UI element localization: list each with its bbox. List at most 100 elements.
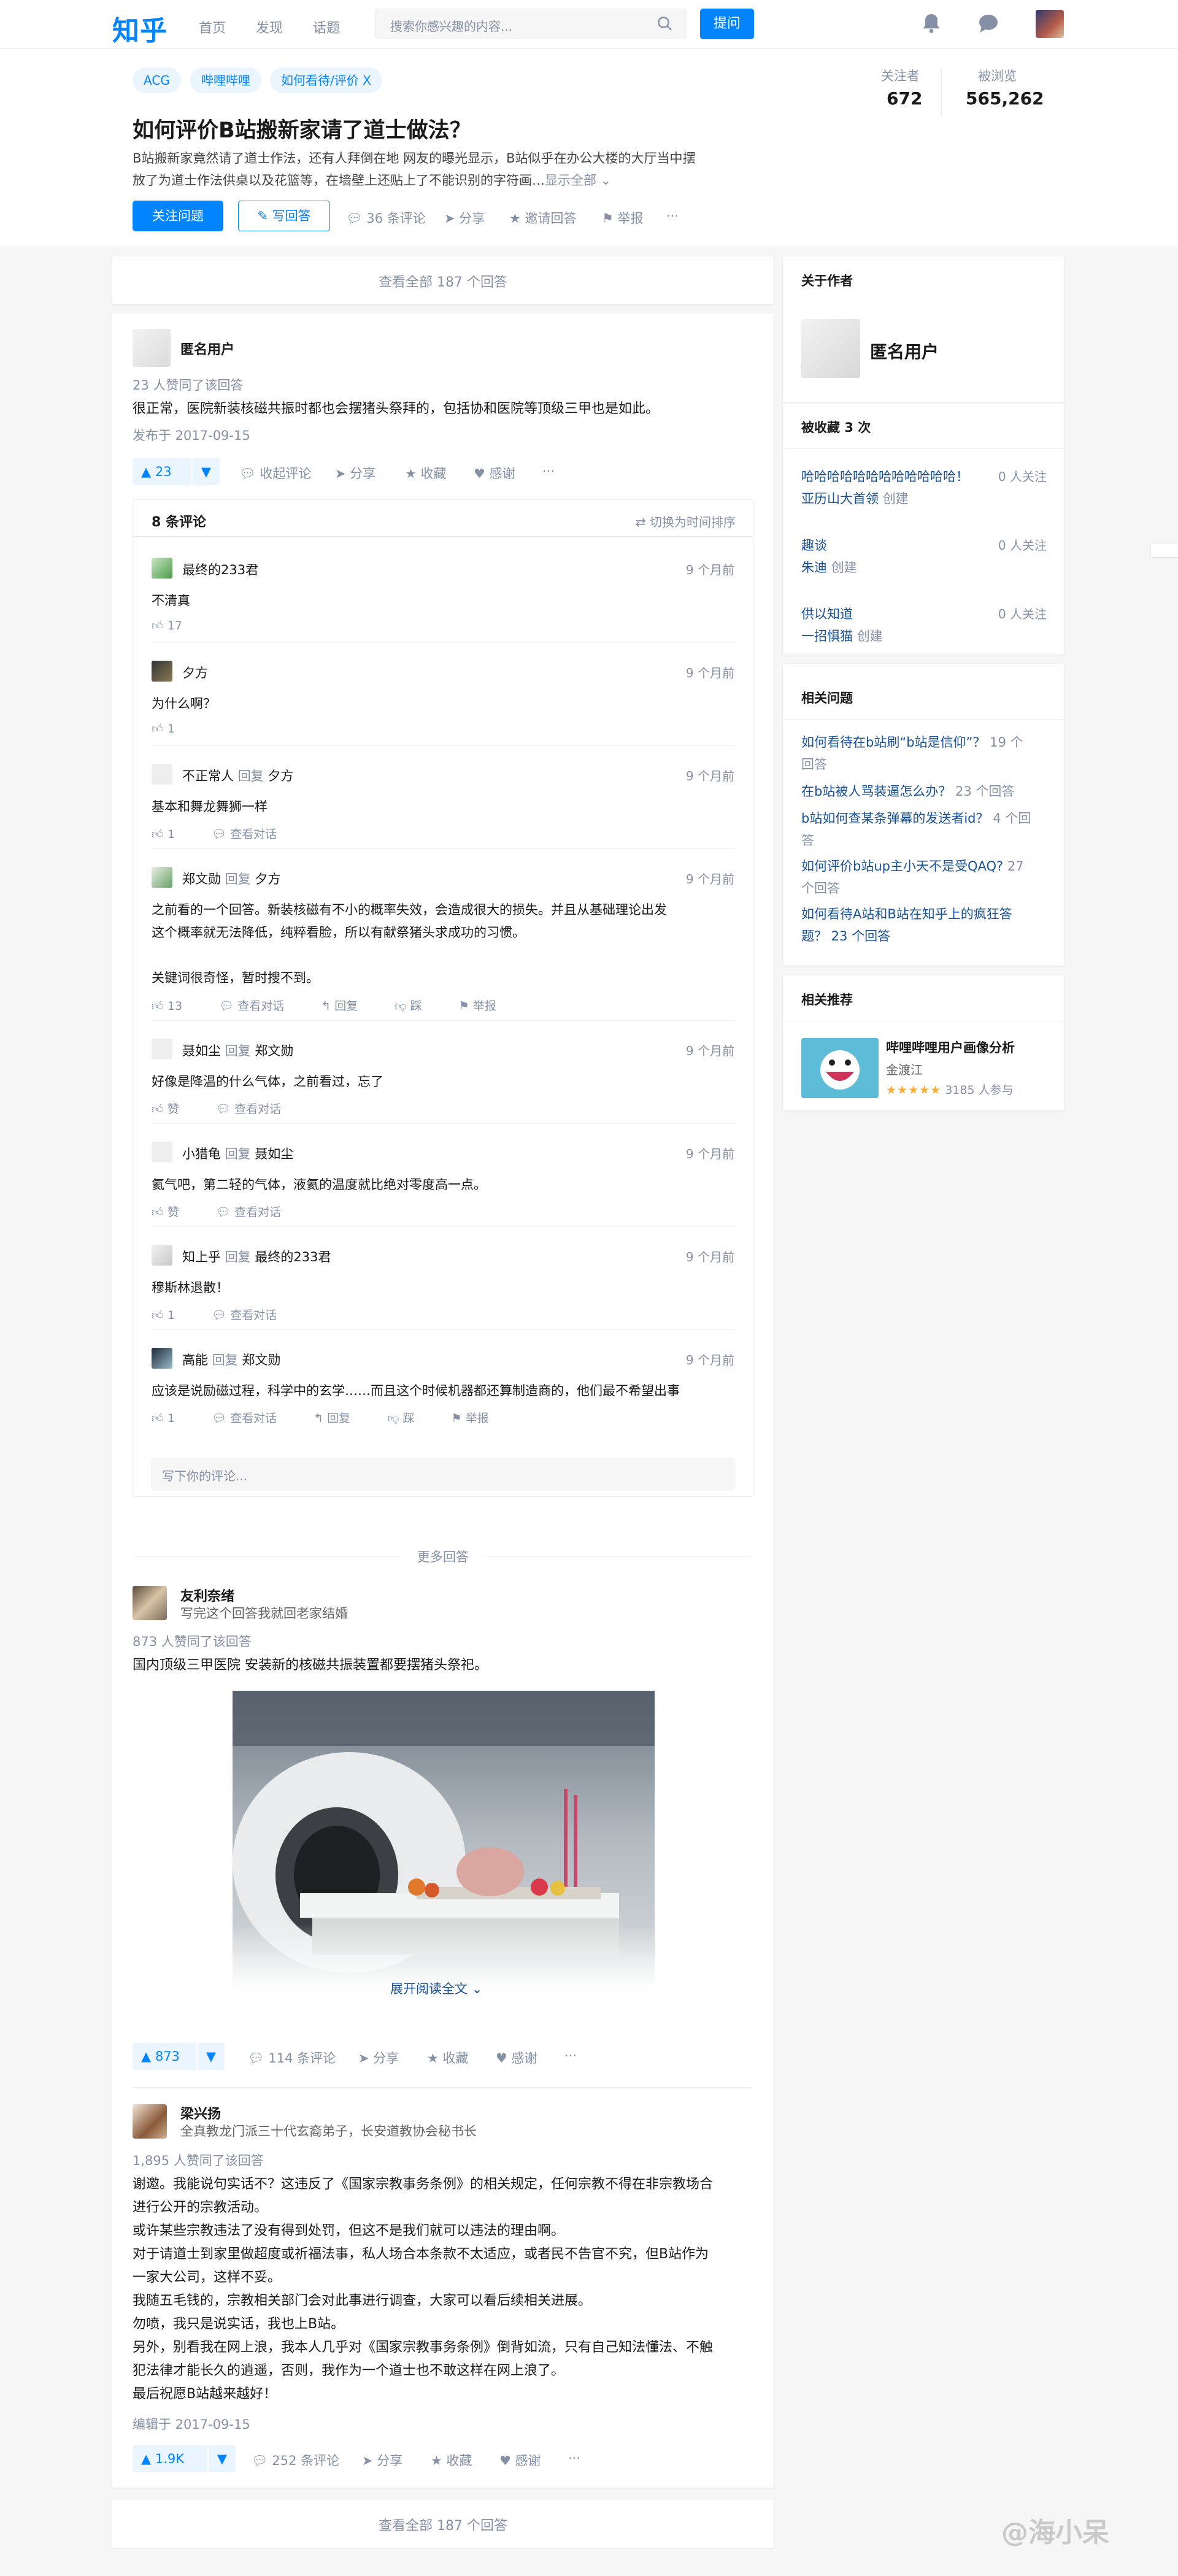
view-dialog-button[interactable]: 💬︎ 查看对话 <box>212 828 295 841</box>
question-report-button[interactable]: ⚑ 举报 <box>602 209 644 227</box>
related-question-link[interactable]: 在b站被人骂装逼怎么办？ 23 个回答 <box>801 780 1053 802</box>
like-button[interactable]: 👍︎ 1 <box>152 828 193 841</box>
author-avatar[interactable] <box>133 2104 167 2139</box>
author-avatar[interactable] <box>801 319 860 378</box>
downvote-button[interactable]: ▼ <box>207 2445 236 2472</box>
commenter-name[interactable]: 最终的233君 <box>182 560 258 579</box>
reply-button[interactable]: ↰ 回复 <box>321 999 376 1013</box>
comments-button[interactable]: 💬︎ 114 条评论 <box>248 2048 336 2067</box>
view-all-answers-link[interactable]: 查看全部 187 个回答 <box>112 256 774 291</box>
comments-button[interactable]: 💬︎ 252 条评论 <box>252 2451 339 2469</box>
like-button[interactable]: 👍︎ 1 <box>152 1412 193 1425</box>
downvote-button[interactable]: ▼ <box>196 2043 225 2070</box>
report-button[interactable]: ⚑ 举报 <box>452 1412 507 1425</box>
nav-home[interactable]: 首页 <box>199 17 226 37</box>
related-question-link[interactable]: b站如何查某条弹幕的发送者id？ 4 个回答 <box>801 807 1053 852</box>
upvote-button[interactable]: ▲ 873 <box>133 2043 188 2070</box>
thanks-button[interactable]: ♥ 感谢 <box>499 2451 541 2469</box>
invite-answer-button[interactable]: ★ 邀请回答 <box>509 209 577 227</box>
answer-author[interactable]: 匿名用户 <box>180 339 234 358</box>
more-button[interactable]: ··· <box>542 464 555 479</box>
downvote-button[interactable]: ▼ <box>191 458 220 485</box>
nav-topics[interactable]: 话题 <box>313 17 340 37</box>
answer-author[interactable]: 友利奈绪 <box>180 1585 234 1605</box>
commenter-name[interactable]: 郑文勋 回复 夕方 <box>182 869 280 888</box>
commenter-avatar[interactable] <box>152 1039 172 1059</box>
upvoters-count[interactable]: 23 人赞同了该回答 <box>133 375 243 394</box>
more-button[interactable]: ··· <box>564 2048 577 2063</box>
view-dialog-button[interactable]: 💬︎ 查看对话 <box>216 1205 299 1219</box>
search-icon[interactable] <box>656 15 674 33</box>
commenter-avatar[interactable] <box>152 558 172 579</box>
view-all-answers-card[interactable]: 查看全部 187 个回答 <box>112 2500 774 2548</box>
commenter-name[interactable]: 聂如尘 回复 郑文勋 <box>182 1041 293 1059</box>
author-avatar[interactable] <box>133 1586 167 1620</box>
search-input[interactable]: 搜索你感兴趣的内容... <box>375 9 687 39</box>
collect-button[interactable]: ★ 收藏 <box>405 464 447 482</box>
view-dialog-button[interactable]: 💬︎ 查看对话 <box>219 999 302 1013</box>
commenter-avatar[interactable] <box>152 867 172 888</box>
topic-tag[interactable]: 哔哩哔哩 <box>190 67 261 93</box>
answer-image[interactable] <box>233 1691 655 1990</box>
view-dialog-button[interactable]: 💬︎ 查看对话 <box>212 1309 295 1322</box>
share-button[interactable]: ➤ 分享 <box>362 2451 402 2469</box>
reply-button[interactable]: ↰ 回复 <box>314 1412 369 1425</box>
upvote-button[interactable]: ▲ 23 <box>133 458 180 485</box>
sort-toggle[interactable]: ⇄ 切换为时间排序 <box>636 512 736 530</box>
commenter-avatar[interactable] <box>152 661 172 682</box>
commenter-name[interactable]: 不正常人 回复 夕方 <box>182 766 293 785</box>
commenter-avatar[interactable] <box>152 1142 172 1163</box>
collection-item[interactable]: 趣谈 朱迪 创建 0 人关注 <box>801 534 1047 579</box>
like-button[interactable]: 👍︎ 赞 <box>152 1205 198 1219</box>
more-button[interactable]: ··· <box>568 2451 580 2466</box>
expand-full-text[interactable]: 展开阅读全文 ⌄ <box>390 1979 482 1997</box>
view-dialog-button[interactable]: 💬︎ 查看对话 <box>216 1102 299 1116</box>
recommend-title[interactable]: 哔哩哔哩用户画像分析 <box>886 1038 1015 1056</box>
nav-explore[interactable]: 发现 <box>256 17 283 37</box>
upvoters-count[interactable]: 873 人赞同了该回答 <box>133 1632 252 1650</box>
collect-button[interactable]: ★ 收藏 <box>431 2451 472 2469</box>
show-all-link[interactable]: 显示全部 ⌄ <box>545 173 611 188</box>
commenter-avatar[interactable] <box>152 1245 172 1266</box>
comment-input[interactable]: 写下你的评论... <box>152 1458 734 1490</box>
commenter-name[interactable]: 知上乎 回复 最终的233君 <box>182 1247 331 1266</box>
commenter-avatar[interactable] <box>152 764 172 785</box>
upvote-button[interactable]: ▲ 1.9K <box>133 2445 193 2472</box>
topic-tag[interactable]: ACG <box>133 67 181 93</box>
view-all-answers-link[interactable]: 查看全部 187 个回答 <box>112 2500 774 2534</box>
related-question-link[interactable]: 如何看待在b站刷“b站是信仰”？ 19 个回答 <box>801 731 1053 775</box>
share-button[interactable]: ➤ 分享 <box>335 464 375 482</box>
related-question-link[interactable]: 如何看待A站和B站在知乎上的疯狂答 题？ 23 个回答 <box>801 903 1053 947</box>
share-button[interactable]: ➤ 分享 <box>358 2048 399 2067</box>
view-all-answers-card[interactable]: 查看全部 187 个回答 <box>112 256 774 304</box>
recommend-author[interactable]: 金渡江 <box>886 1060 923 1078</box>
write-answer-button[interactable]: ✎ 写回答 <box>238 201 330 231</box>
view-dialog-button[interactable]: 💬︎ 查看对话 <box>212 1412 295 1425</box>
like-button[interactable]: 👍︎ 13 <box>152 999 201 1013</box>
topic-tag[interactable]: 如何看待/评价 X <box>270 67 382 93</box>
recommend-thumbnail[interactable] <box>801 1038 879 1098</box>
like-button[interactable]: 👍︎ 赞 <box>152 1102 198 1116</box>
dislike-button[interactable]: 👎︎ 踩 <box>395 999 440 1013</box>
related-question-link[interactable]: 如何评价b站up主小天不是受QAQ? 27 个回答 <box>801 855 1053 899</box>
commenter-name[interactable]: 小猎龟 回复 聂如尘 <box>182 1144 293 1163</box>
question-more-button[interactable]: ··· <box>666 209 679 223</box>
zhihu-logo[interactable]: 知乎 <box>112 9 167 48</box>
like-button[interactable]: 👍︎ 17 <box>152 619 201 632</box>
thanks-button[interactable]: ♥ 感谢 <box>496 2048 537 2067</box>
ask-button[interactable]: 提问 <box>700 9 754 39</box>
user-avatar[interactable] <box>1036 10 1064 38</box>
answer-date[interactable]: 发布于 2017-09-15 <box>133 426 250 444</box>
commenter-avatar[interactable] <box>152 1348 172 1369</box>
collapse-comments-button[interactable]: 💬︎ 收起评论 <box>239 464 311 482</box>
message-icon[interactable] <box>976 11 1001 36</box>
answer-date[interactable]: 编辑于 2017-09-15 <box>133 2415 250 2433</box>
upvoters-count[interactable]: 1,895 人赞同了该回答 <box>133 2151 264 2169</box>
like-button[interactable]: 👍︎ 1 <box>152 1309 193 1322</box>
about-author-name[interactable]: 匿名用户 <box>870 339 939 363</box>
answer-author[interactable]: 梁兴扬 <box>180 2103 221 2123</box>
collection-item[interactable]: 哈哈哈哈哈哈哈哈哈哈哈哈！ 亚历山大首领 创建 0 人关注 <box>801 466 1047 510</box>
bell-icon[interactable] <box>919 11 944 36</box>
dislike-button[interactable]: 👎︎ 踩 <box>387 1412 433 1425</box>
report-button[interactable]: ⚑ 举报 <box>459 999 515 1013</box>
